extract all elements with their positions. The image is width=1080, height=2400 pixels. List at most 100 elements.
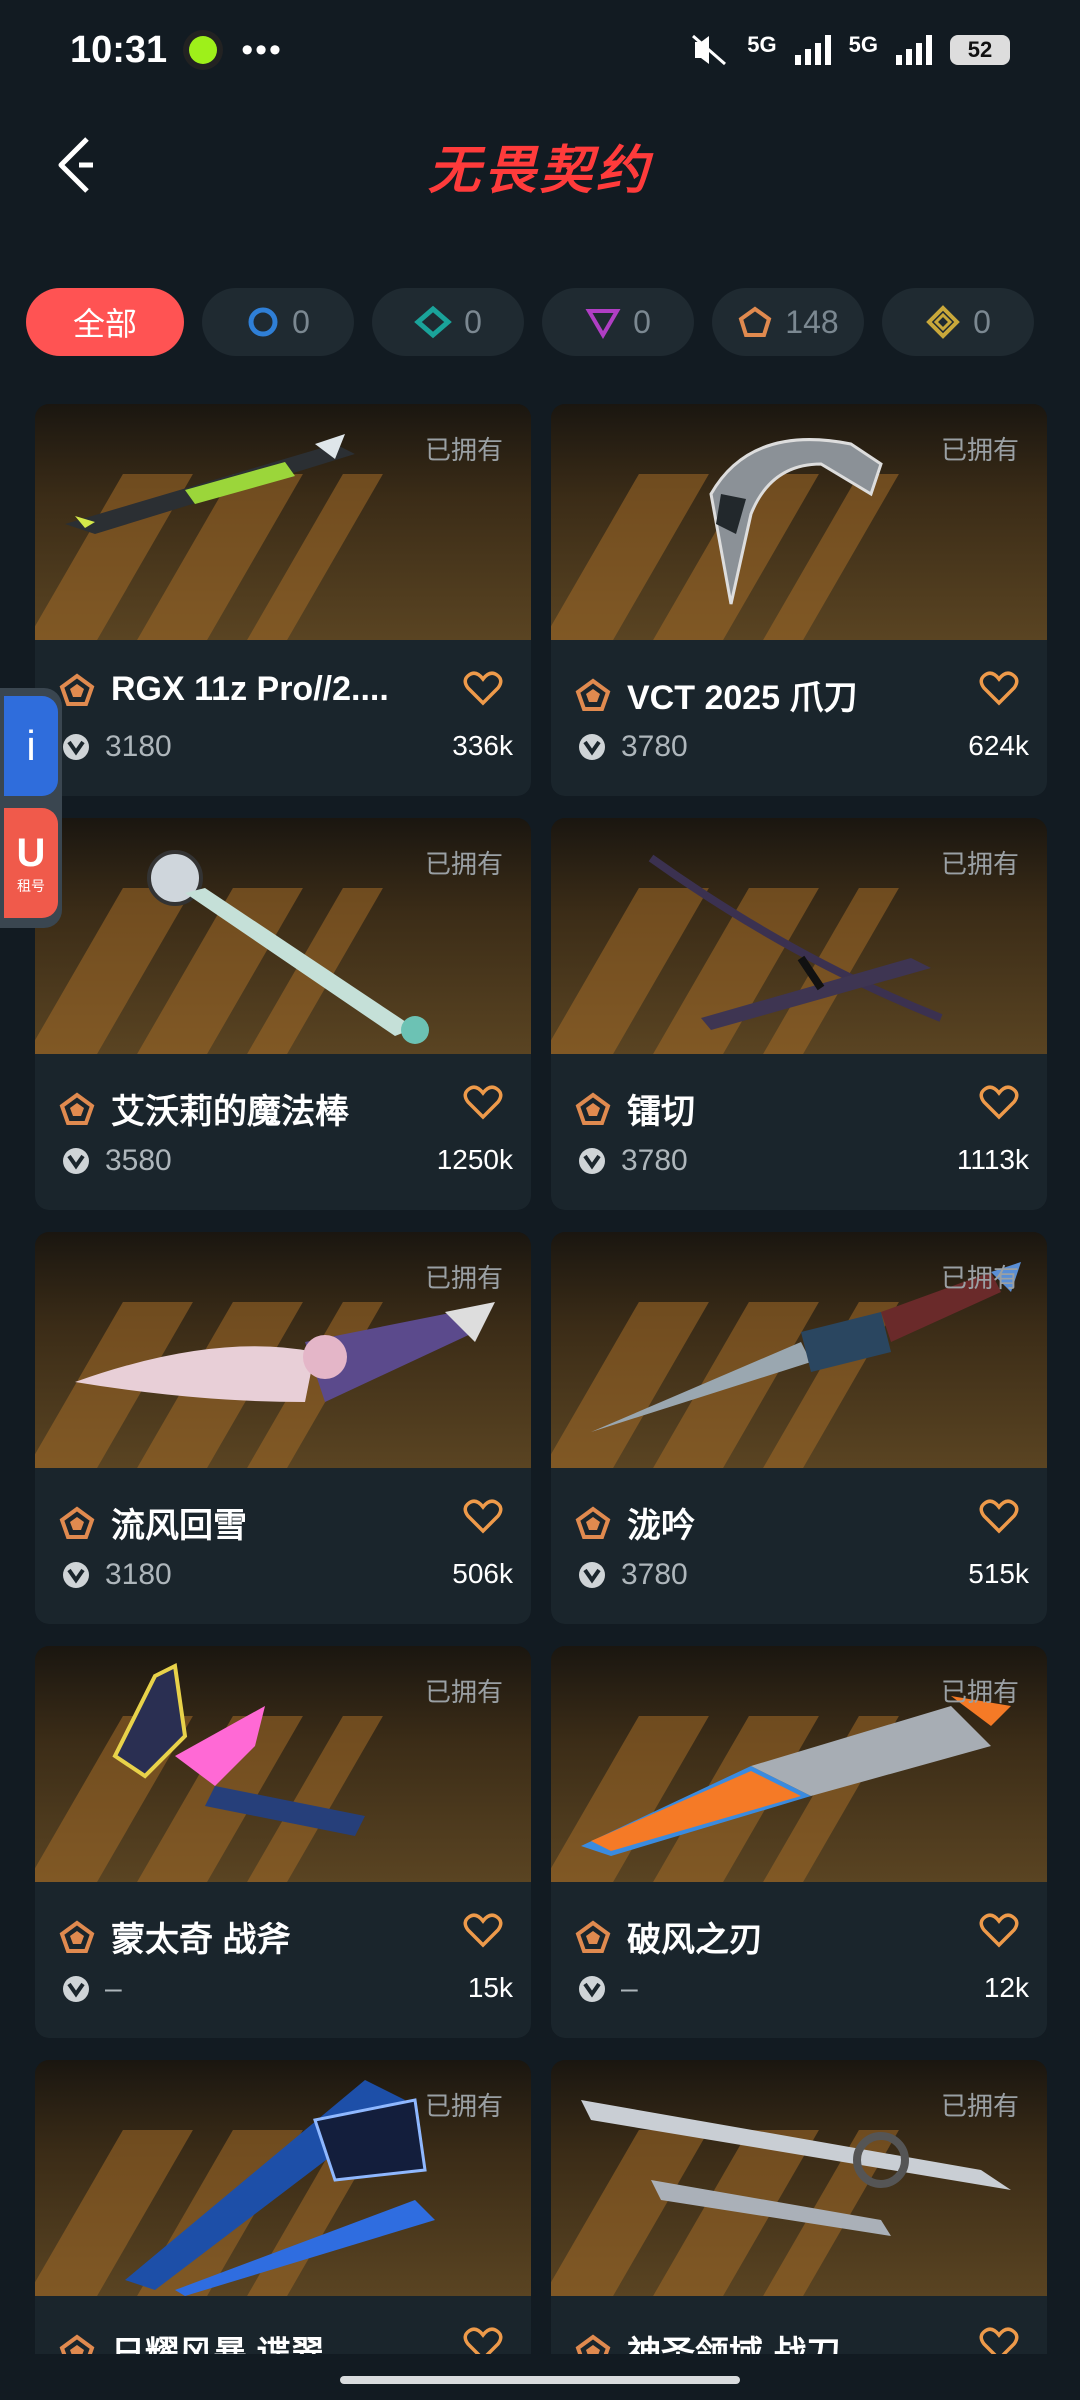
skin-info: 蒙太奇 战斧 – 15k	[35, 1882, 531, 2038]
skin-name-row: VCT 2025 爪刀	[575, 670, 965, 719]
valorant-points-icon	[63, 1562, 89, 1588]
heart-icon	[463, 1913, 503, 1948]
favorite-button[interactable]	[979, 670, 1019, 711]
skin-info: 泷吟 3780 515k	[551, 1468, 1047, 1624]
filter-count: 0	[973, 303, 991, 340]
skin-name-row: 日耀风暴 谍翠	[59, 2326, 449, 2354]
skin-name: 艾沃莉的魔法棒	[111, 1093, 349, 1131]
owned-label: 已拥有	[424, 849, 503, 879]
skin-name-row: 流风回雪	[59, 1498, 449, 1547]
skin-name: 日耀风暴 谍翠	[111, 2335, 325, 2354]
skin-info: 流风回雪 3180 506k	[35, 1468, 531, 1624]
triangle-tier-icon	[585, 309, 621, 339]
valorant-points-icon	[579, 1976, 605, 2002]
app-header: 无畏契约	[0, 100, 1080, 230]
skin-name-row: 镭切	[575, 1084, 965, 1133]
owned-label: 已拥有	[940, 2091, 1019, 2121]
owned-label: 已拥有	[424, 1263, 503, 1293]
floating-side-widget[interactable]: i U 租号	[0, 688, 62, 928]
favorite-button[interactable]	[463, 1084, 503, 1125]
favorite-count: 515k	[968, 1558, 1029, 1589]
skin-card[interactable]: 已拥有艾沃莉的魔法棒 3580 1250k	[35, 818, 531, 1210]
skin-thumbnail: 已拥有	[551, 1646, 1047, 1882]
skin-card[interactable]: 已拥有 镭切 3780 1113k	[551, 818, 1047, 1210]
heart-icon	[979, 1085, 1019, 1120]
skin-card[interactable]: 已拥有 日耀风暴 谍翠	[35, 2060, 531, 2354]
skin-price: –	[621, 1972, 638, 2005]
rental-shortcut-glyph: U	[16, 830, 46, 875]
filter-count: 0	[292, 303, 310, 340]
diamond-tier-icon	[414, 305, 452, 339]
favorite-button[interactable]	[979, 2326, 1019, 2354]
skin-info: 镭切 3780 1113k	[551, 1054, 1047, 1210]
skin-name: 破风之刃	[627, 1921, 763, 1959]
assistant-shortcut-icon[interactable]: i	[4, 696, 58, 796]
favorite-count: 1250k	[436, 1144, 513, 1175]
filter-chip-gold[interactable]: 0	[882, 288, 1034, 356]
filter-chip-orange[interactable]: 148	[712, 288, 864, 356]
rental-shortcut-icon[interactable]: U 租号	[4, 808, 58, 918]
skin-thumbnail: 已拥有	[551, 1232, 1047, 1468]
skin-name-row: 蒙太奇 战斧	[59, 1912, 449, 1961]
skin-thumbnail: 已拥有	[551, 2060, 1047, 2296]
favorite-button[interactable]	[979, 1084, 1019, 1125]
favorite-button[interactable]	[979, 1498, 1019, 1539]
status-time: 10:31	[70, 28, 168, 71]
rarity-filter-bar: 全部 0 0 0 148 0	[26, 288, 1034, 356]
home-indicator[interactable]	[340, 2376, 740, 2384]
favorite-count: 506k	[452, 1558, 513, 1589]
skin-thumbnail: 已拥有	[551, 404, 1047, 640]
skin-card[interactable]: 已拥有泷吟 3780 515k	[551, 1232, 1047, 1624]
circle-tier-icon	[248, 307, 278, 337]
valorant-points-icon	[63, 734, 89, 760]
status-bar: 10:31 ••• 5G 5G 52	[0, 0, 1080, 100]
skin-price: 3780	[621, 730, 688, 763]
valorant-points-icon	[579, 1148, 605, 1174]
filter-chip-teal[interactable]: 0	[372, 288, 524, 356]
skin-price: 3580	[105, 1144, 172, 1177]
price-row: 3180	[61, 1558, 172, 1592]
owned-label: 已拥有	[940, 1263, 1019, 1293]
filter-all-chip[interactable]: 全部	[26, 288, 184, 356]
pentagon-tier-icon	[59, 1920, 95, 1953]
owned-label: 已拥有	[940, 1677, 1019, 1707]
skin-price: 3180	[105, 1558, 172, 1591]
heart-icon	[463, 2327, 503, 2354]
heart-icon	[979, 1913, 1019, 1948]
favorite-button[interactable]	[463, 670, 503, 711]
back-button[interactable]	[40, 130, 110, 200]
skin-info: RGX 11z Pro//2.... 3180 336k	[35, 640, 531, 796]
pentagon-tier-icon	[59, 2334, 95, 2354]
favorite-button[interactable]	[463, 1912, 503, 1953]
app-notification-icon	[189, 36, 218, 64]
filter-chip-blue[interactable]: 0	[202, 288, 354, 356]
pentagon-tier-icon	[738, 306, 772, 337]
skin-card[interactable]: 已拥有流风回雪 3180 506k	[35, 1232, 531, 1624]
network-5g-label-2: 5G	[848, 32, 878, 57]
skin-card[interactable]: 已拥有破风之刃 – 12k	[551, 1646, 1047, 2038]
skin-card[interactable]: 已拥有神圣领域 战刀	[551, 2060, 1047, 2354]
price-row: 3780	[577, 1144, 688, 1178]
pentagon-tier-icon	[59, 1506, 95, 1539]
skin-name-row: 神圣领域 战刀	[575, 2326, 965, 2354]
skin-card[interactable]: 已拥有 VCT 2025 爪刀 3780 624k	[551, 404, 1047, 796]
skin-name: 镭切	[627, 1093, 695, 1131]
mute-icon	[692, 34, 727, 66]
favorite-count: 12k	[983, 1972, 1029, 2003]
price-row: 3780	[577, 730, 688, 764]
valorant-points-icon	[63, 1976, 89, 2002]
skin-card[interactable]: 已拥有 蒙太奇 战斧 – 15k	[35, 1646, 531, 2038]
skin-card[interactable]: 已拥有 RGX 11z Pro//2.... 3180 336k	[35, 404, 531, 796]
favorite-button[interactable]	[463, 2326, 503, 2354]
pentagon-tier-icon	[575, 2334, 611, 2354]
filter-chip-purple[interactable]: 0	[542, 288, 694, 356]
more-notifications-icon: •••	[241, 30, 283, 69]
owned-label: 已拥有	[940, 849, 1019, 879]
heart-icon	[463, 671, 503, 706]
favorite-button[interactable]	[463, 1498, 503, 1539]
price-row: –	[577, 1972, 638, 2006]
skin-thumbnail: 已拥有	[551, 818, 1047, 1054]
pentagon-tier-icon	[575, 1092, 611, 1125]
skin-name: RGX 11z Pro//2....	[111, 670, 389, 708]
favorite-button[interactable]	[979, 1912, 1019, 1953]
